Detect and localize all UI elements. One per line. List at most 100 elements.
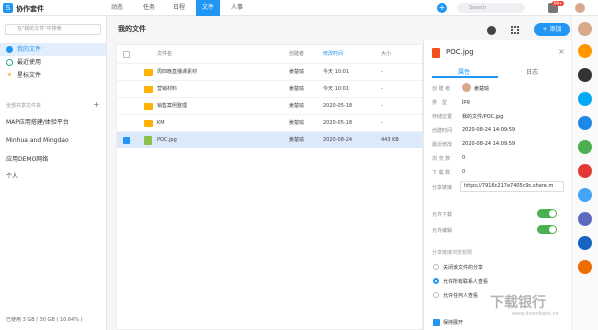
user-avatar-icon[interactable] [578,22,592,36]
allow-edit-toggle[interactable] [537,225,557,234]
table-row[interactable]: 营销材料 姜楚瑜 今天 10:01 - [117,80,422,97]
file-name[interactable]: POC.jpg [157,132,177,149]
field-value: 0 [462,169,466,175]
main-content: 我的文件 + 添加 文件名 创建者 修改时间 大小 周四晚直播课素材 姜楚瑜 今… [108,16,570,330]
radio-contacts[interactable] [433,278,439,284]
avatar [462,83,471,92]
panel-filename: POC.jpg [446,48,474,56]
file-size: - [381,86,383,92]
app-icon[interactable] [578,212,592,226]
field-label: 类 型 [432,100,448,106]
select-all-checkbox[interactable] [123,51,130,58]
radio-anyone[interactable] [433,292,439,298]
table-row[interactable]: KM 姜楚瑜 2020-05-18 - [117,114,422,131]
app-icon[interactable] [578,260,592,274]
file-name[interactable]: 周四晚直播课素材 [157,64,197,81]
nav-hr[interactable]: 人事 [225,0,249,16]
chat-icon[interactable] [578,92,592,106]
target-icon[interactable] [578,68,592,82]
radio-label: 允许任何人查看 [443,293,479,299]
sidebar-item-recent[interactable]: 最近使用 [0,56,106,69]
file-details-panel: POC.jpg × 属性 日志 创 建 者 姜楚瑜 类 型 jpg 存储位置 我… [423,40,571,330]
share-link-field[interactable]: https://7916c217e7405c9c.share.m [460,181,564,192]
radio-label: 关闭该文件的分享 [443,265,484,271]
watermark: 下载银行 [490,295,546,311]
tab-indicator [432,76,498,78]
sidebar-item-label: 最近使用 [17,59,42,66]
file-creator: 姜楚瑜 [289,120,305,126]
file-name[interactable]: 销售案例整理 [157,98,187,115]
shared-folder-item[interactable]: Minhua and Mingdao [6,137,69,144]
notification-badge: 99+ [552,1,565,6]
send-icon[interactable] [578,44,592,58]
file-creator: 姜楚瑜 [289,137,305,143]
add-button[interactable]: + 添加 [534,23,570,36]
contacts-icon[interactable] [578,188,592,202]
header-filename[interactable]: 文件名 [157,45,172,63]
folder-icon [6,46,13,53]
tab-log[interactable]: 日志 [526,67,538,76]
nav-calendar[interactable]: 日程 [167,0,191,16]
mail-icon[interactable] [578,164,592,178]
file-time: 2020-05-18 [323,120,353,126]
field-value: 2020-08-24 14:09:59 [462,127,516,133]
field-value: jpg [462,99,470,105]
check-icon[interactable] [578,140,592,154]
plus-icon[interactable]: + [437,3,447,13]
field-value: 姜楚瑜 [474,86,490,92]
field-label: 分享链接 [432,185,453,191]
image-file-icon [144,136,152,145]
table-row[interactable]: 周四晚直播课素材 姜楚瑜 今天 10:01 - [117,63,422,80]
shared-folder-item[interactable]: 个人 [6,171,18,180]
shared-folder-item[interactable]: 应用DEMO网络 [6,154,48,163]
page-title: 我的文件 [118,25,146,33]
file-time: 2020-05-18 [323,103,353,109]
row-checkbox[interactable] [123,137,130,144]
file-name[interactable]: 营销材料 [157,81,177,98]
folder-icon [144,103,153,110]
grid-view-icon[interactable] [511,26,519,34]
avatar[interactable] [575,3,585,13]
sidebar-item-label: 星标文件 [17,72,42,79]
nav-dynamic[interactable]: 动态 [105,0,129,16]
field-label: 最近修改 [432,142,453,148]
table-row[interactable]: POC.jpg 姜楚瑜 2020-08-24 443 KB [117,131,422,148]
file-time: 2020-08-24 [323,137,353,143]
app-icon[interactable] [578,236,592,250]
folder-icon [144,86,153,93]
star-icon: ★ [7,72,12,78]
sidebar-item-starred[interactable]: ★ 星标文件 [0,69,106,82]
nav-tasks[interactable]: 任务 [137,0,161,16]
field-value: 我的文件/POC.jpg [462,114,504,120]
share-permission-label: 分享链接浏览权限 [432,250,473,256]
search-input[interactable]: Search [457,3,525,13]
allow-download-toggle[interactable] [537,209,557,218]
sidebar-item-my-files[interactable]: 我的文件 [0,43,106,56]
header-modified[interactable]: 修改时间 [323,45,343,63]
keep-expanded-checkbox[interactable] [433,319,440,326]
image-file-icon [432,48,440,58]
table-row[interactable]: 销售案例整理 姜楚瑜 2020-05-18 - [117,97,422,114]
file-creator: 姜楚瑜 [289,86,305,92]
sidebar-search-input[interactable]: 在"我的文件"中搜索 [5,24,101,35]
right-app-bar [571,16,598,330]
folder-icon [144,120,153,127]
file-name[interactable]: KM [157,115,165,132]
header-size[interactable]: 大小 [381,45,391,63]
file-creator: 姜楚瑜 [289,103,305,109]
radio-close-share[interactable] [433,264,439,270]
header-creator[interactable]: 创建者 [289,45,304,63]
storage-usage: 已使用 3 GB / 30 GB ( 10.64% ) [6,317,83,323]
shared-folder-item[interactable]: MAP应用搭建/体验平台 [6,117,69,126]
add-folder-icon[interactable]: + [93,100,100,109]
field-label: 下 载 数 [432,170,451,176]
info-icon[interactable] [487,26,496,35]
nav-files[interactable]: 文件 [196,0,220,16]
keep-expanded-label: 保持展开 [443,320,464,326]
close-icon[interactable]: × [558,47,565,56]
file-time: 今天 10:01 [323,86,349,92]
bell-icon[interactable] [578,116,592,130]
allow-download-label: 允许下载 [432,212,453,218]
tab-properties[interactable]: 属性 [458,67,470,76]
file-creator: 姜楚瑜 [289,69,305,75]
